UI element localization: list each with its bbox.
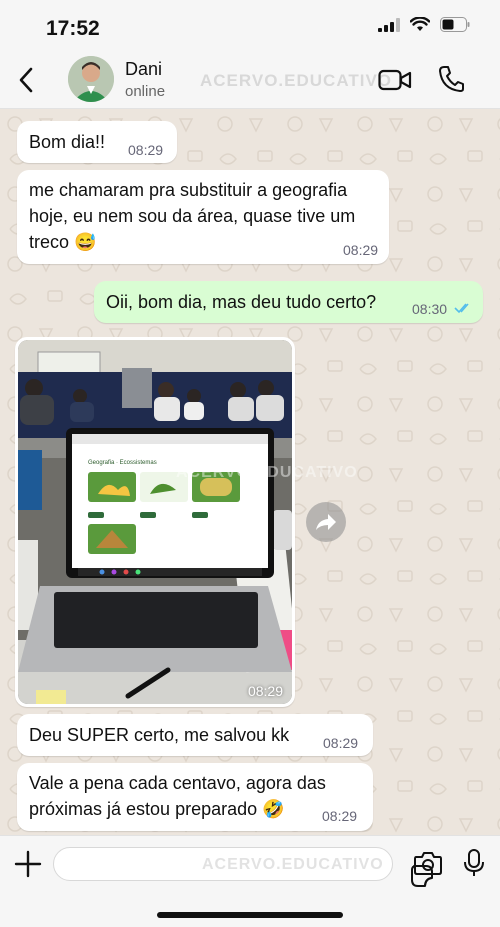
status-icons: [378, 17, 470, 32]
avatar-image: [68, 56, 114, 102]
message-time: 08:30: [412, 301, 448, 317]
message-bubble-incoming[interactable]: me chamaram pra substituir a geografia h…: [17, 170, 389, 264]
message-text: Oii, bom dia, mas deu tudo certo?: [106, 292, 377, 312]
watermark: ACERVO.EDUCATIVO: [202, 856, 384, 873]
message-bubble-incoming[interactable]: Bom dia!! 08:29: [17, 121, 177, 163]
message-bubble-incoming[interactable]: Vale a pena cada centavo, agora das próx…: [17, 763, 373, 831]
camera-icon[interactable]: [413, 850, 443, 876]
message-bubble-outgoing[interactable]: Oii, bom dia, mas deu tudo certo? 08:30: [94, 281, 483, 323]
message-text: Vale a pena cada centavo, agora das próx…: [29, 770, 326, 822]
message-time: 08:29: [128, 142, 164, 158]
message-text: me chamaram pra substituir a geografia h…: [29, 177, 355, 255]
chat-header: Dani online ACERVO.EDUCATIVO: [0, 52, 500, 109]
forward-icon: [316, 514, 336, 530]
home-indicator: [157, 912, 343, 918]
message-composer: ACERVO.EDUCATIVO: [0, 835, 500, 927]
phone-icon[interactable]: [438, 65, 464, 93]
message-time: 08:29: [323, 735, 359, 751]
message-photo[interactable]: Geografia · Ecossistemas 08:29: [15, 337, 295, 707]
message-text: Deu SUPER certo, me salvou kk: [29, 725, 290, 745]
battery-icon: [440, 17, 470, 32]
avatar[interactable]: [68, 56, 114, 102]
wifi-icon: [410, 17, 430, 31]
watermark: ACERVO.EDUCATIVO: [200, 71, 393, 90]
microphone-icon[interactable]: [462, 848, 486, 878]
contact-status: online: [125, 83, 166, 100]
status-bar: 17:52: [0, 0, 500, 52]
status-time: 17:52: [46, 17, 100, 40]
message-line: próximas já estou preparado 🤣: [29, 799, 285, 819]
photo-time: 08:29: [247, 683, 283, 699]
classroom-photo: Geografia · Ecossistemas: [18, 340, 292, 704]
message-line: treco 😅: [29, 232, 97, 252]
screen-title: Geografia · Ecossistemas: [88, 460, 157, 466]
read-receipt-icon: [454, 303, 469, 314]
back-chevron-icon[interactable]: [14, 66, 40, 94]
photo-image[interactable]: Geografia · Ecossistemas: [18, 340, 292, 704]
message-line: me chamaram pra substituir a geografia: [29, 180, 348, 200]
message-bubble-incoming[interactable]: Deu SUPER certo, me salvou kk 08:29: [17, 714, 373, 756]
message-line: hoje, eu nem sou da área, quase tive um: [29, 206, 356, 226]
watermark: ACERVO.EDUCATIVO: [176, 464, 358, 481]
contact-name[interactable]: Dani: [125, 59, 162, 80]
message-time: 08:29: [343, 242, 379, 258]
video-call-icon[interactable]: [378, 68, 412, 92]
message-input[interactable]: ACERVO.EDUCATIVO: [53, 847, 433, 887]
plus-icon[interactable]: [14, 850, 42, 878]
signal-icon: [378, 17, 400, 32]
message-time: 08:29: [322, 808, 358, 824]
chat-area[interactable]: Bom dia!! 08:29 me chamaram pra substitu…: [0, 109, 500, 835]
message-line: Vale a pena cada centavo, agora das: [29, 773, 326, 793]
message-text: Bom dia!!: [29, 132, 106, 152]
forward-button[interactable]: [306, 502, 346, 542]
